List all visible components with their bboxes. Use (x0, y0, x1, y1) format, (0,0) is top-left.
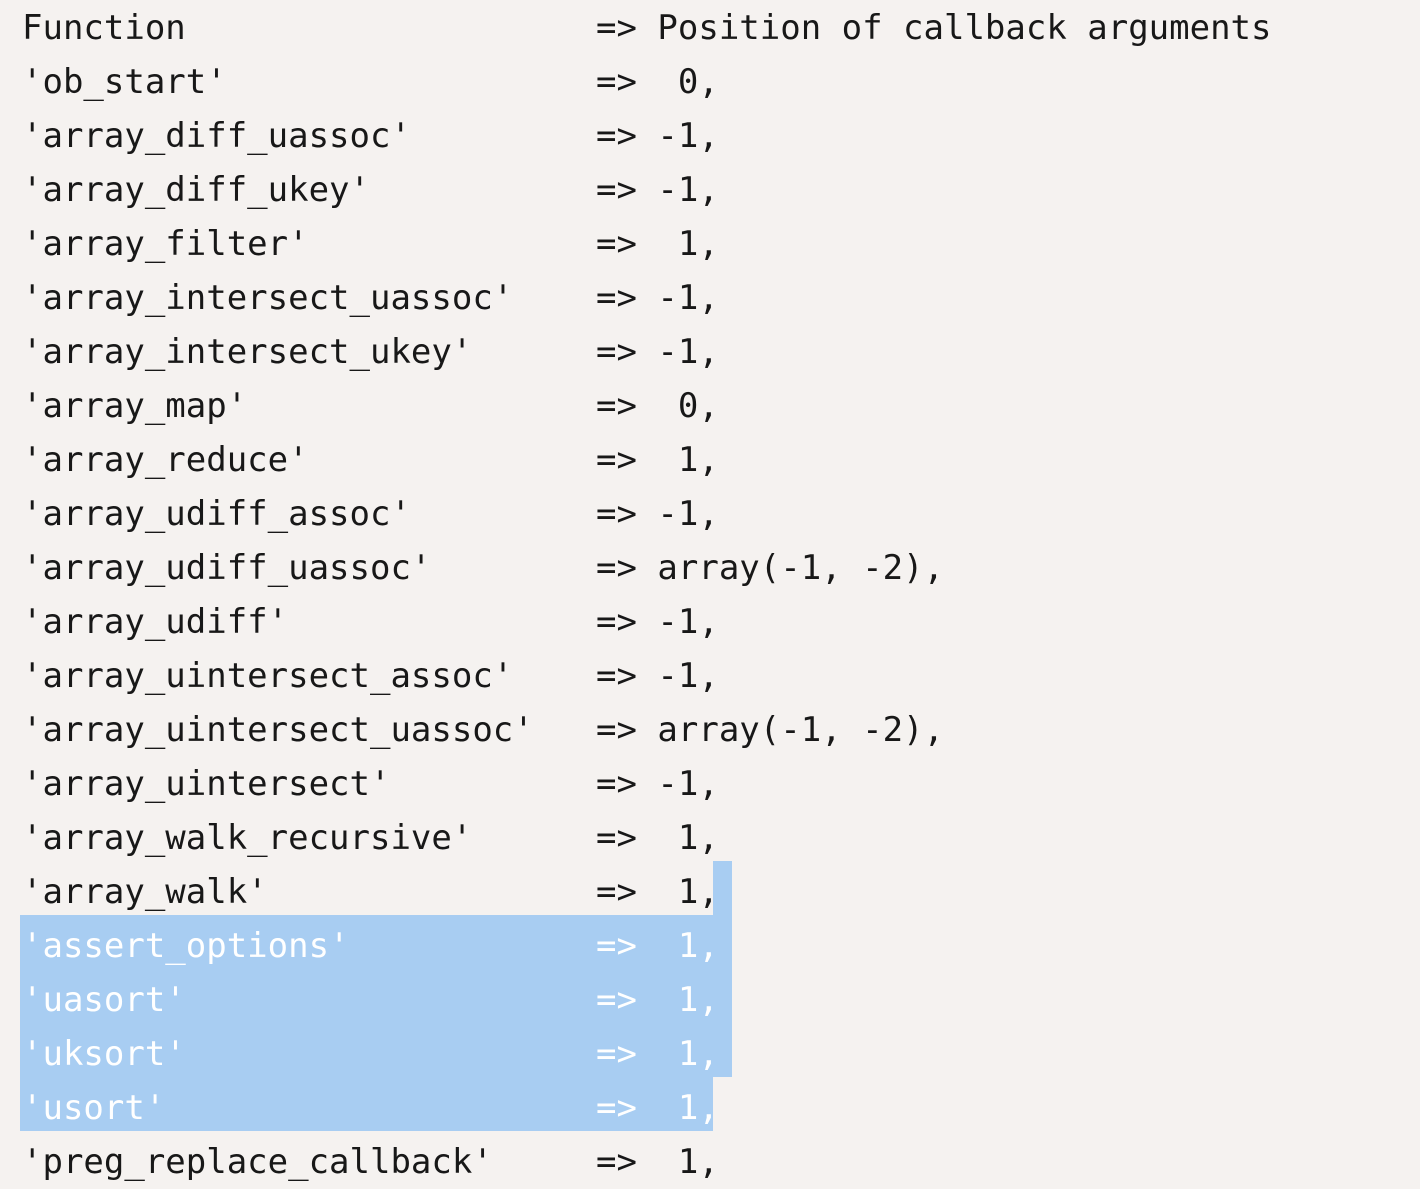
function-name-cell: 'array_reduce' (22, 440, 309, 480)
table-row[interactable]: 'array_intersect_ukey' => -1, (0, 325, 1420, 379)
table-row[interactable]: 'array_diff_uassoc' => -1, (0, 109, 1420, 163)
callback-position-cell: => -1, (596, 494, 719, 534)
table-row[interactable]: 'array_udiff_uassoc' => array(-1, -2), (0, 541, 1420, 595)
callback-position-cell: => 1, (596, 440, 719, 480)
callback-position-cell: => 1, (596, 1088, 719, 1128)
function-name-cell: 'array_uintersect_uassoc' (22, 710, 534, 750)
function-name-cell: 'array_intersect_uassoc' (22, 278, 514, 318)
table-row[interactable]: 'array_uintersect_assoc' => -1, (0, 649, 1420, 703)
callback-position-cell: => 1, (596, 980, 719, 1020)
function-name-cell: 'array_udiff' (22, 602, 289, 642)
function-name-cell: 'usort' (22, 1088, 166, 1128)
callback-position-cell: => 1, (596, 224, 719, 264)
function-name-cell: 'array_diff_ukey' (22, 170, 370, 210)
table-row[interactable]: 'uksort' => 1, (0, 1027, 1420, 1081)
table-row[interactable]: 'array_map' => 0, (0, 379, 1420, 433)
table-row[interactable]: 'array_diff_ukey' => -1, (0, 163, 1420, 217)
callback-position-cell: => array(-1, -2), (596, 710, 944, 750)
function-name-cell: 'array_diff_uassoc' (22, 116, 411, 156)
callback-position-cell: => 0, (596, 386, 719, 426)
callback-position-cell: => -1, (596, 278, 719, 318)
function-name-cell: 'assert_options' (22, 926, 350, 966)
function-name-cell: 'array_uintersect_assoc' (22, 656, 514, 696)
table-row[interactable]: 'assert_options' => 1, (0, 919, 1420, 973)
function-name-cell: 'array_walk_recursive' (22, 818, 473, 858)
table-row[interactable]: 'array_uintersect_uassoc' => array(-1, -2… (0, 703, 1420, 757)
table-row[interactable]: 'array_filter' => 1, (0, 217, 1420, 271)
function-name-cell: 'preg_replace_callback' (22, 1142, 493, 1182)
function-name-cell: 'array_walk' (22, 872, 268, 912)
table-header-row[interactable]: Function => Position of callback argument… (0, 1, 1420, 55)
callback-position-cell: => 1, (596, 818, 719, 858)
function-name-cell: 'array_udiff_assoc' (22, 494, 411, 534)
table-row[interactable]: 'array_walk' => 1, (0, 865, 1420, 919)
callback-position-cell: => 0, (596, 62, 719, 102)
callback-position-cell: => -1, (596, 764, 719, 804)
callback-position-cell: => -1, (596, 332, 719, 372)
callback-position-cell: => 1, (596, 872, 719, 912)
column-header-position: => Position of callback arguments (596, 8, 1272, 48)
function-name-cell: 'array_intersect_ukey' (22, 332, 473, 372)
table-row[interactable]: 'preg_replace_callback' => 1, (0, 1135, 1420, 1189)
table-row[interactable]: 'array_udiff' => -1, (0, 595, 1420, 649)
table-row[interactable]: 'array_reduce' => 1, (0, 433, 1420, 487)
callback-position-cell: => 1, (596, 1034, 719, 1074)
function-name-cell: 'array_filter' (22, 224, 309, 264)
function-name-cell: 'uasort' (22, 980, 186, 1020)
callback-position-cell: => -1, (596, 602, 719, 642)
table-row[interactable]: 'array_intersect_uassoc' => -1, (0, 271, 1420, 325)
function-name-cell: 'array_udiff_uassoc' (22, 548, 432, 588)
callback-position-cell: => -1, (596, 656, 719, 696)
callback-position-cell: => array(-1, -2), (596, 548, 944, 588)
table-row[interactable]: 'usort' => 1, (0, 1081, 1420, 1135)
callback-position-cell: => 1, (596, 1142, 719, 1182)
function-name-cell: 'array_map' (22, 386, 248, 426)
callback-position-cell: => -1, (596, 116, 719, 156)
table-row[interactable]: 'array_udiff_assoc' => -1, (0, 487, 1420, 541)
callback-position-cell: => -1, (596, 170, 719, 210)
table-row[interactable]: 'uasort' => 1, (0, 973, 1420, 1027)
function-name-cell: 'array_uintersect' (22, 764, 391, 804)
function-name-cell: 'ob_start' (22, 62, 227, 102)
table-row[interactable]: 'array_walk_recursive' => 1, (0, 811, 1420, 865)
callback-position-cell: => 1, (596, 926, 719, 966)
table-row[interactable]: 'ob_start' => 0, (0, 55, 1420, 109)
function-name-cell: 'uksort' (22, 1034, 186, 1074)
column-header-function: Function (22, 8, 186, 48)
table-row[interactable]: 'array_uintersect' => -1, (0, 757, 1420, 811)
